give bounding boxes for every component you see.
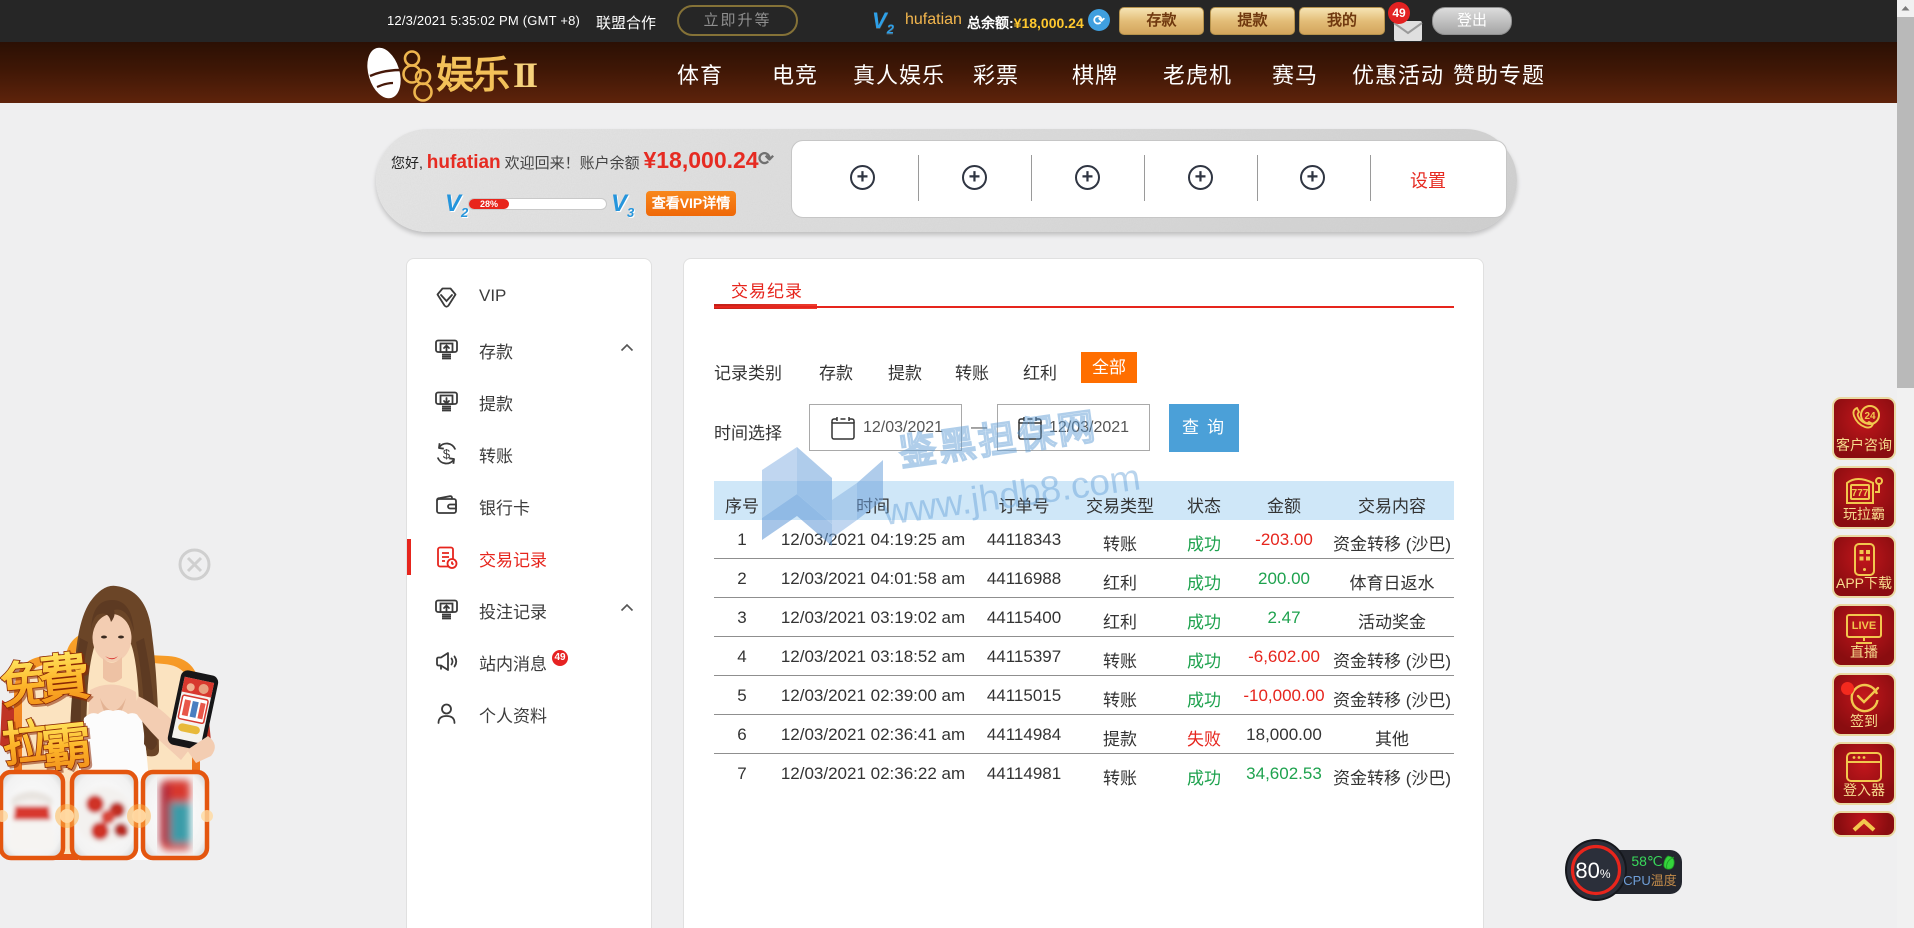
svg-text:24: 24 xyxy=(1864,411,1876,422)
svg-text:$: $ xyxy=(443,447,451,462)
svg-text:費: 費 xyxy=(35,648,93,711)
svg-text:CPU温度: CPU温度 xyxy=(1623,873,1676,888)
svg-text:LIVE: LIVE xyxy=(1852,620,1876,632)
svg-text:II: II xyxy=(513,55,537,95)
svg-text:58℃: 58℃ xyxy=(1631,853,1662,869)
svg-text:娱乐: 娱乐 xyxy=(436,55,510,97)
svg-text:777: 777 xyxy=(1852,488,1869,499)
svg-text:霸: 霸 xyxy=(39,717,95,778)
